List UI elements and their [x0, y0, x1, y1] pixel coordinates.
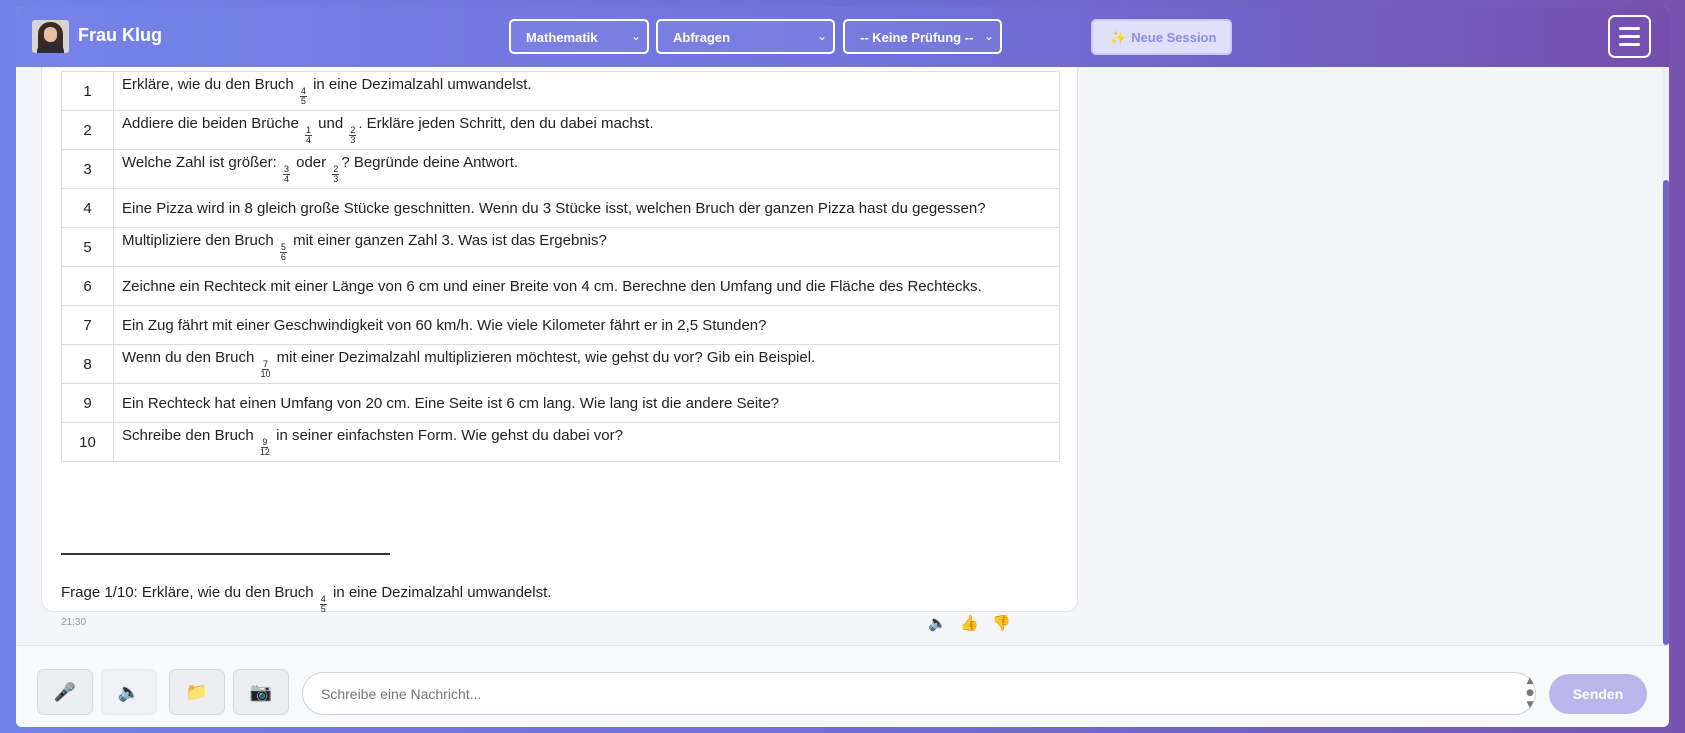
question-text: Schreibe den Bruch 9 12 in seiner einfach…: [113, 422, 1060, 462]
chevron-down-icon: ⌄: [630, 29, 641, 43]
question-text: Addiere die beiden Brüche 14 und 23. Erk…: [113, 110, 1060, 150]
fraction: 45: [299, 86, 307, 106]
thumbs-down-icon[interactable]: 👎: [992, 614, 1011, 632]
camera-button[interactable]: 📷: [233, 669, 289, 715]
fraction: 9 12: [259, 437, 270, 457]
new-session-label: Neue Session: [1131, 30, 1217, 45]
question-text: Wenn du den Bruch 7 10 mit einer Dezimalz…: [113, 344, 1060, 384]
question-text: Zeichne ein Rechteck mit einer Länge von…: [113, 266, 1060, 306]
question-number: 8: [61, 344, 114, 384]
questions-table: 1 Erkläre, wie du den Bruch 45 in eine De…: [61, 71, 1060, 462]
chat-area: 1 Erkläre, wie du den Bruch 45 in eine De…: [16, 67, 1662, 645]
exam-select[interactable]: -- Keine Prüfung -- ⌄: [843, 19, 1002, 54]
avatar: [32, 20, 69, 53]
table-row: 7 Ein Zug fährt mit einer Geschwindigkeit…: [61, 305, 1060, 345]
table-row: 6 Zeichne ein Rechteck mit einer Länge vo…: [61, 266, 1060, 306]
message-timestamp: 21:30: [61, 617, 87, 628]
camera-icon: 📷: [249, 681, 273, 703]
fraction: 23: [349, 125, 357, 145]
microphone-button[interactable]: 🎤: [37, 669, 93, 715]
app-window: Frau Klug Mathematik ⌄ Abfragen ⌄ -- Kei…: [16, 7, 1669, 727]
subject-select[interactable]: Mathematik ⌄: [509, 19, 649, 54]
menu-button[interactable]: [1608, 15, 1651, 58]
question-number: 9: [61, 383, 114, 423]
upload-file-button[interactable]: 📁: [169, 669, 225, 715]
header: Frau Klug Mathematik ⌄ Abfragen ⌄ -- Kei…: [16, 7, 1669, 67]
table-row: 8 Wenn du den Bruch 7 10 mit einer Dezimal…: [61, 344, 1060, 384]
thumbs-up-icon[interactable]: 👍: [960, 614, 979, 632]
table-row: 1 Erkläre, wie du den Bruch 45 in eine De…: [61, 71, 1060, 111]
current-question: Frage 1/10: Erkläre, wie du den Bruch 45…: [61, 584, 552, 614]
question-text: Eine Pizza wird in 8 gleich große Stücke…: [113, 188, 1060, 228]
question-number: 3: [61, 149, 114, 189]
composer: 🎤 🔈 📁 📷 ▲●▼ Senden: [16, 645, 1669, 727]
table-row: 5 Multipliziere den Bruch 56 mit einer ga…: [61, 227, 1060, 267]
resize-handle[interactable]: ▲ ● ▼: [1524, 675, 1536, 713]
chevron-down-icon: ⌄: [983, 29, 994, 43]
table-row: 9 Ein Rechteck hat einen Umfang von 20 cm…: [61, 383, 1060, 423]
scrollbar-thumb[interactable]: [1663, 180, 1669, 645]
assistant-message: 1 Erkläre, wie du den Bruch 45 in eine De…: [41, 67, 1078, 632]
exam-value: -- Keine Prüfung --: [860, 30, 974, 45]
chevron-down-icon: ⌄: [816, 29, 827, 43]
question-number: 10: [61, 422, 114, 462]
message-input[interactable]: [302, 672, 1536, 715]
question-number: 5: [61, 227, 114, 267]
subject-value: Mathematik: [526, 30, 598, 45]
tutor-name: Frau Klug: [78, 25, 162, 45]
sparkle-icon: ✨: [1110, 30, 1127, 45]
question-number: 7: [61, 305, 114, 345]
speaker-icon: 🔈: [117, 681, 141, 703]
question-number: 1: [61, 71, 114, 111]
folder-icon: 📁: [185, 681, 209, 703]
divider: [61, 553, 390, 555]
menu-icon: [1619, 27, 1640, 30]
table-row: 4 Eine Pizza wird in 8 gleich große Stück…: [61, 188, 1060, 228]
mode-value: Abfragen: [673, 30, 731, 45]
table-row: 3 Welche Zahl ist größer: 34 oder 2 3? Beg…: [61, 149, 1060, 189]
fraction: 34: [282, 164, 290, 184]
table-row: 2 Addiere die beiden Brüche 14 und 23. Er…: [61, 110, 1060, 150]
send-button[interactable]: Senden: [1549, 674, 1647, 714]
question-text: Multipliziere den Bruch 56 mit einer gan…: [113, 227, 1060, 267]
question-text: Ein Zug fährt mit einer Geschwindigkeit …: [113, 305, 1060, 345]
question-text: Ein Rechteck hat einen Umfang von 20 cm.…: [113, 383, 1060, 423]
question-number: 6: [61, 266, 114, 306]
mode-select[interactable]: Abfragen ⌄: [656, 19, 835, 54]
new-session-button[interactable]: ✨ Neue Session: [1091, 19, 1232, 55]
speaker-icon[interactable]: 🔈: [928, 614, 947, 632]
question-text: Welche Zahl ist größer: 34 oder 2 3? Begr…: [113, 149, 1060, 189]
fraction: 45: [319, 594, 327, 614]
fraction: 14: [304, 125, 312, 145]
fraction: 7 10: [260, 359, 271, 379]
question-number: 2: [61, 110, 114, 150]
table-row: 10 Schreibe den Bruch 9 12 in seiner einfa…: [61, 422, 1060, 462]
question-number: 4: [61, 188, 114, 228]
fraction: 23: [332, 164, 340, 184]
fraction: 56: [279, 242, 287, 262]
question-text: Erkläre, wie du den Bruch 45 in eine Dez…: [113, 71, 1060, 111]
speaker-toggle-button[interactable]: 🔈: [101, 669, 157, 715]
microphone-icon: 🎤: [53, 681, 77, 703]
